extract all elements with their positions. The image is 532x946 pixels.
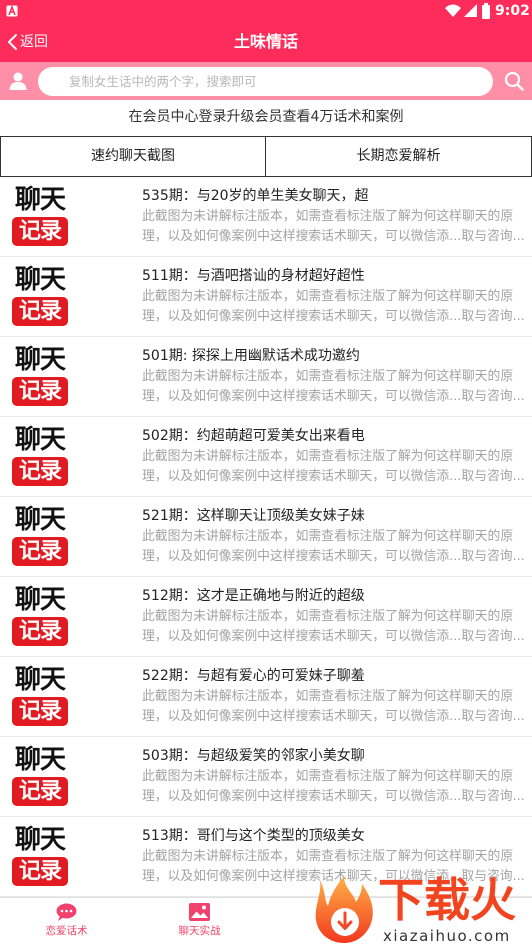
search-box	[38, 67, 493, 96]
item-description-line: 理，以及如何像案例中这样搜索话术聊天，可以微信添...取与咨询.....	[142, 469, 524, 484]
back-button[interactable]: 返回	[4, 22, 54, 62]
chat-record-thumbnail: 聊天 记录	[10, 185, 70, 247]
item-description-line: 理，以及如何像案例中这样搜索话术聊天，可以微信添...取与咨询.....	[142, 549, 524, 564]
search-input[interactable]	[38, 67, 493, 96]
list-item[interactable]: 聊天 记录 535期：与20岁的单生美女聊天，超此截图为未讲解标注版本，如需查看标注…	[0, 177, 532, 257]
status-bar: 9:02	[0, 0, 532, 22]
app-notification-icon	[6, 5, 18, 17]
thumbnail-top-text: 聊天	[14, 185, 66, 215]
item-description-line: 理，以及如何像案例中这样搜索话术聊天，可以微信添...取与咨询.....	[142, 629, 524, 644]
case-list: 聊天 记录 535期：与20岁的单生美女聊天，超 此截图为未讲解标注版本，如需查看标注…	[0, 177, 532, 897]
chat-bubble-icon	[56, 903, 77, 921]
item-description-line: 此截图为未讲解标注版本，如需查看标注版了解为何这样聊天的原	[142, 769, 514, 784]
item-title: 502期：约超萌超可爱美女出来看电	[142, 428, 365, 444]
thumbnail-top-text: 聊天	[14, 345, 66, 375]
item-description-line: 此截图为未讲解标注版本，如需查看标注版了解为何这样聊天的原	[142, 689, 514, 704]
list-item[interactable]: 聊天 记录 511期：与酒吧搭讪的身材超好超性此截图为未讲解标注版本，如需查看标注版…	[0, 257, 532, 337]
thumbnail-top-text: 聊天	[14, 425, 66, 455]
back-label: 返回	[20, 34, 48, 50]
list-item[interactable]: 聊天 记录 503期：与超级爱笑的邻家小美女聊此截图为未讲解标注版本，如需查看标注版…	[0, 737, 532, 817]
chat-record-thumbnail: 聊天 记录	[10, 665, 70, 727]
chat-record-thumbnail: 聊天 记录	[10, 425, 70, 487]
tab-quick-date-screenshots[interactable]: 速约聊天截图	[0, 136, 266, 177]
thumbnail-bottom-text: 记录	[12, 297, 68, 326]
chat-record-thumbnail: 聊天 记录	[10, 745, 70, 807]
tab-long-term-analysis[interactable]: 长期恋爱解析	[265, 136, 532, 177]
list-item[interactable]: 聊天 记录 522期：与超有爱心的可爱妹子聊羞此截图为未讲解标注版本，如需查看标注版…	[0, 657, 532, 737]
item-title: 521期：这样聊天让顶级美女妹子妹	[142, 508, 365, 524]
search-bar	[0, 62, 532, 100]
list-item[interactable]: 聊天 记录 502期：约超萌超可爱美女出来看电此截图为未讲解标注版本，如需查看标注版…	[0, 417, 532, 497]
item-title: 512期：这才是正确地与附近的超级	[142, 588, 365, 604]
thumbnail-top-text: 聊天	[14, 665, 66, 695]
nav-item-label: 恋爱话术	[45, 925, 88, 937]
item-description-line: 理，以及如何像案例中这样搜索话术聊天，可以微信添...取与咨询.....	[142, 309, 524, 324]
search-icon[interactable]	[504, 71, 524, 91]
thumbnail-bottom-text: 记录	[12, 857, 68, 886]
chat-record-thumbnail: 聊天 记录	[10, 265, 70, 327]
item-title: 513期：哥们与这个类型的顶级美女	[142, 828, 365, 844]
list-item[interactable]: 聊天 记录 521期：这样聊天让顶级美女妹子妹此截图为未讲解标注版本，如需查看标注版…	[0, 497, 532, 577]
item-description-line: 此截图为未讲解标注版本，如需查看标注版了解为何这样聊天的原	[142, 609, 514, 624]
item-description-line: 此截图为未讲解标注版本，如需查看标注版了解为何这样聊天的原	[142, 449, 514, 464]
member-notice: 在会员中心登录升级会员查看4万话术和案例	[128, 109, 404, 125]
item-description-line: 此截图为未讲解标注版本，如需查看标注版了解为何这样聊天的原	[142, 529, 514, 544]
battery-icon	[482, 3, 490, 19]
list-item[interactable]: 聊天 记录 512期：这才是正确地与附近的超级此截图为未讲解标注版本，如需查看标注版…	[0, 577, 532, 657]
item-description-line: 理，以及如何像案例中这样搜索话术聊天，可以微信添...取与咨询.....	[142, 789, 524, 804]
nav-item-chat-practice[interactable]: 聊天实战	[133, 898, 266, 946]
item-description-line: 此截图为未讲解标注版本，如需查看标注版了解为何这样聊天的原	[142, 209, 514, 224]
item-title: 511期：与酒吧搭讪的身材超好超性	[142, 268, 365, 284]
thumbnail-top-text: 聊天	[14, 265, 66, 295]
bottom-nav: 恋爱话术 聊天实战	[0, 897, 532, 946]
item-title: 503期：与超级爱笑的邻家小美女聊	[142, 748, 365, 764]
chat-record-thumbnail: 聊天 记录	[10, 825, 70, 887]
thumbnail-bottom-text: 记录	[12, 697, 68, 726]
thumbnail-bottom-text: 记录	[12, 537, 68, 566]
item-description-line: 此截图为未讲解标注版本，如需查看标注版了解为何这样聊天的原	[142, 289, 514, 304]
thumbnail-top-text: 聊天	[14, 505, 66, 535]
item-description-line: 理，以及如何像案例中这样搜索话术聊天，可以微信添...取与咨询.....	[142, 229, 524, 244]
list-item[interactable]: 聊天 记录 501期: 探探上用幽默话术成功邀约此截图为未讲解标注版本，如需查看标注…	[0, 337, 532, 417]
item-description-line: 理，以及如何像案例中这样搜索话术聊天，可以微信添...取与咨询.....	[142, 709, 524, 724]
page-title: 土味情话	[233, 32, 298, 51]
app-header: 返回 土味情话	[0, 22, 532, 62]
thumbnail-bottom-text: 记录	[12, 377, 68, 406]
picture-icon	[189, 903, 210, 921]
wifi-icon	[445, 4, 461, 17]
item-description-line: 此截图为未讲解标注版本，如需查看标注版了解为何这样聊天的原	[142, 369, 514, 384]
item-title: 522期：与超有爱心的可爱妹子聊羞	[142, 668, 365, 684]
nav-item-love-talk[interactable]: 恋爱话术	[0, 898, 133, 946]
list-item[interactable]: 聊天 记录 513期：哥们与这个类型的顶级美女此截图为未讲解标注版本，如需查看标注版…	[0, 817, 532, 897]
item-title: 501期: 探探上用幽默话术成功邀约	[142, 348, 360, 364]
user-icon[interactable]	[8, 71, 28, 91]
thumbnail-bottom-text: 记录	[12, 457, 68, 486]
thumbnail-top-text: 聊天	[14, 745, 66, 775]
item-description-line: 此截图为未讲解标注版本，如需查看标注版了解为何这样聊天的原	[142, 849, 514, 864]
signal-icon	[464, 4, 477, 17]
item-description-line: 理，以及如何像案例中这样搜索话术聊天，可以微信添...取与咨询.....	[142, 389, 524, 404]
thumbnail-bottom-text: 记录	[12, 617, 68, 646]
thumbnail-top-text: 聊天	[14, 825, 66, 855]
item-description-line: 理，以及如何像案例中这样搜索话术聊天，可以微信添...取与咨询.....	[142, 869, 524, 884]
thumbnail-top-text: 聊天	[14, 585, 66, 615]
chevron-left-icon	[8, 34, 17, 50]
thumbnail-bottom-text: 记录	[12, 777, 68, 806]
item-title: 535期：与20岁的单生美女聊天，超	[142, 188, 369, 204]
nav-item-label: 聊天实战	[178, 925, 221, 937]
chat-record-thumbnail: 聊天 记录	[10, 345, 70, 407]
thumbnail-bottom-text: 记录	[12, 217, 68, 246]
chat-record-thumbnail: 聊天 记录	[10, 505, 70, 567]
status-time: 9:02	[495, 3, 530, 19]
chat-record-thumbnail: 聊天 记录	[10, 585, 70, 647]
